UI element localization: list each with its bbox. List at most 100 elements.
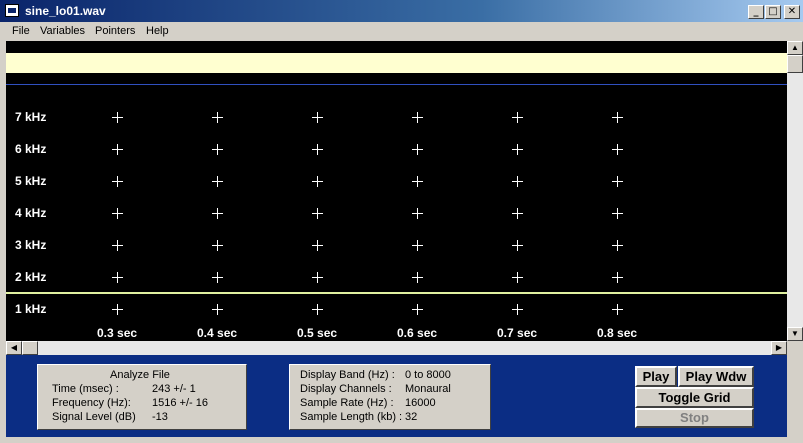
grid-cross-marker — [612, 272, 623, 283]
y-label-2khz: 2 kHz — [15, 270, 47, 284]
display-info-box: Display Band (Hz) : 0 to 8000 Display Ch… — [289, 364, 491, 430]
stop-button[interactable]: Stop — [635, 408, 754, 428]
menu-variables[interactable]: Variables — [40, 25, 85, 37]
grid-cross-marker — [412, 176, 423, 187]
grid-cross-marker — [312, 144, 323, 155]
grid-cross-marker — [212, 304, 223, 315]
menu-pointers[interactable]: Pointers — [95, 25, 135, 37]
display-band-label: Display Band (Hz) : — [300, 369, 395, 381]
grid-cross-marker — [312, 272, 323, 283]
grid-cross-marker — [112, 272, 123, 283]
grid-cross-marker — [112, 208, 123, 219]
display-channels-value: Monaural — [405, 383, 451, 395]
signal-level-label: Signal Level (dB) — [52, 411, 136, 423]
grid-cross-marker — [312, 240, 323, 251]
grid-cross-marker — [612, 240, 623, 251]
play-button[interactable]: Play — [635, 366, 677, 387]
y-label-7khz: 7 kHz — [15, 110, 47, 124]
grid-cross-marker — [212, 144, 223, 155]
horizontal-scrollbar[interactable]: ◀ ▶ — [6, 341, 787, 355]
menu-help[interactable]: Help — [146, 25, 169, 37]
signal-level-value: -13 — [152, 411, 168, 423]
vertical-scrollbar[interactable]: ▲ ▼ — [787, 41, 803, 341]
grid-cross-marker — [312, 176, 323, 187]
grid-cross-marker — [512, 272, 523, 283]
grid-cross-marker — [112, 144, 123, 155]
display-band-value: 0 to 8000 — [405, 369, 451, 381]
minimize-button[interactable]: _ — [748, 5, 764, 19]
scroll-left-arrow-icon[interactable]: ◀ — [6, 341, 22, 355]
y-label-1khz: 1 kHz — [15, 302, 47, 316]
window-title: sine_lo01.wav — [25, 4, 106, 18]
close-button[interactable]: ✕ — [784, 5, 800, 19]
frequency-value: 1516 +/- 16 — [152, 397, 208, 409]
toggle-grid-button[interactable]: Toggle Grid — [635, 387, 754, 408]
sample-length-value: 32 — [405, 411, 418, 423]
grid-cross-marker — [312, 208, 323, 219]
y-label-5khz: 5 kHz — [15, 174, 47, 188]
grid-cross-marker — [212, 208, 223, 219]
time-label: Time (msec) : — [52, 383, 119, 395]
x-label-0-5: 0.5 sec — [297, 326, 338, 340]
analyze-file-box: Analyze File Time (msec) : 243 +/- 1 Fre… — [37, 364, 247, 430]
x-label-0-7: 0.7 sec — [497, 326, 538, 340]
maximize-button[interactable]: □ — [765, 5, 781, 19]
grid-cross-marker — [112, 176, 123, 187]
scroll-down-arrow-icon[interactable]: ▼ — [787, 327, 803, 341]
time-value: 243 +/- 1 — [152, 383, 196, 395]
grid-cross-marker — [512, 176, 523, 187]
menu-bar: File Variables Pointers Help — [0, 22, 803, 41]
y-label-3khz: 3 kHz — [15, 238, 47, 252]
highlight-band — [6, 53, 787, 73]
grid-cross-marker — [312, 112, 323, 123]
menu-file[interactable]: File — [12, 25, 30, 37]
grid-cross-marker — [612, 176, 623, 187]
grid-cross-marker — [512, 304, 523, 315]
grid-cross-marker — [412, 208, 423, 219]
grid-cross-marker — [512, 240, 523, 251]
grid-cross-marker — [512, 112, 523, 123]
grid-cross-marker — [412, 304, 423, 315]
grid-cross-marker — [412, 272, 423, 283]
vertical-scroll-thumb[interactable] — [787, 55, 803, 73]
divider-line — [6, 84, 787, 85]
sample-rate-value: 16000 — [405, 397, 436, 409]
grid-cross-marker — [412, 144, 423, 155]
y-label-4khz: 4 kHz — [15, 206, 47, 220]
grid-cross-marker — [212, 176, 223, 187]
grid-cross-marker — [112, 112, 123, 123]
grid-cross-marker — [612, 112, 623, 123]
display-channels-label: Display Channels : — [300, 383, 392, 395]
frequency-label: Frequency (Hz): — [52, 397, 131, 409]
grid-cross-marker — [312, 304, 323, 315]
sample-length-label: Sample Length (kb) : — [300, 411, 403, 423]
play-window-button[interactable]: Play Wdw — [678, 366, 754, 387]
grid-cross-marker — [212, 112, 223, 123]
horizontal-scroll-thumb[interactable] — [22, 341, 38, 355]
spectrogram-canvas[interactable]: 7 kHz 6 kHz 5 kHz 4 kHz 3 kHz 2 kHz 1 kH… — [6, 41, 787, 341]
sample-rate-label: Sample Rate (Hz) : — [300, 397, 394, 409]
x-label-0-8: 0.8 sec — [597, 326, 638, 340]
grid-cross-marker — [512, 144, 523, 155]
scroll-right-arrow-icon[interactable]: ▶ — [771, 341, 787, 355]
grid-cross-marker — [512, 208, 523, 219]
grid-cross-marker — [112, 240, 123, 251]
app-window-icon[interactable] — [5, 4, 19, 17]
grid-cross-marker — [212, 272, 223, 283]
x-label-0-3: 0.3 sec — [97, 326, 138, 340]
grid-cross-marker — [412, 240, 423, 251]
y-label-6khz: 6 kHz — [15, 142, 47, 156]
grid-cross-marker — [612, 144, 623, 155]
frequency-marker-line[interactable] — [6, 292, 787, 294]
title-bar: sine_lo01.wav _ □ ✕ — [0, 0, 803, 22]
x-label-0-6: 0.6 sec — [397, 326, 438, 340]
info-panel: Analyze File Time (msec) : 243 +/- 1 Fre… — [6, 355, 787, 437]
x-label-0-4: 0.4 sec — [197, 326, 238, 340]
grid-cross-marker — [112, 304, 123, 315]
grid-cross-marker — [612, 208, 623, 219]
analyze-title: Analyze File — [110, 369, 170, 381]
scroll-up-arrow-icon[interactable]: ▲ — [787, 41, 803, 55]
grid-cross-marker — [412, 112, 423, 123]
grid-cross-marker — [212, 240, 223, 251]
grid-cross-marker — [612, 304, 623, 315]
